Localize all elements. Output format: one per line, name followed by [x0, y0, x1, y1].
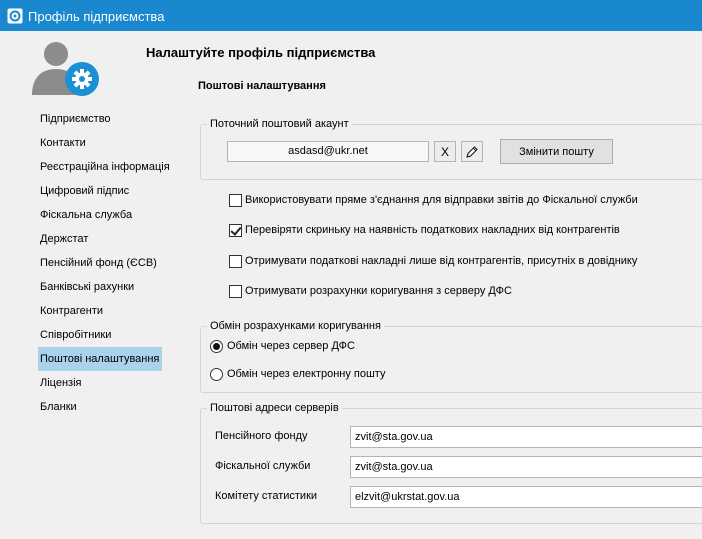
sidebar-item-fiscal-service[interactable]: Фіскальна служба — [38, 203, 162, 227]
sidebar-item-counterparties[interactable]: Контрагенти — [38, 299, 162, 323]
direct-connection-checkbox[interactable] — [229, 193, 242, 207]
sidebar-item-mail-settings[interactable]: Поштові налаштування — [38, 347, 162, 371]
adjustment-exchange-legend: Обмін розрахунками коригування — [210, 320, 381, 332]
statistics-committee-label: Комітету статистики — [215, 490, 318, 502]
option-receive-adjustments[interactable]: Отримувати розрахунки коригування з серв… — [229, 283, 512, 299]
option-label: Отримувати розрахунки коригування з серв… — [245, 285, 512, 297]
sidebar-item-contacts[interactable]: Контакти — [38, 131, 162, 155]
radio-label: Обмін через електронну пошту — [227, 368, 386, 380]
pension-fund-email-field[interactable]: zvit@sta.gov.ua — [350, 426, 702, 448]
sidebar-item-employees[interactable]: Співробітники — [38, 323, 162, 347]
page-title: Налаштуйте профіль підприємства — [146, 45, 376, 60]
fiscal-service-email-field[interactable]: zvit@sta.gov.ua — [350, 456, 702, 478]
change-email-button[interactable]: Змінити пошту — [500, 139, 613, 164]
window-title: Профіль підприємства — [28, 9, 165, 24]
app-logo-icon — [7, 8, 23, 24]
close-icon: X — [440, 144, 449, 159]
sidebar-item-license[interactable]: Ліцензія — [38, 371, 162, 395]
sidebar-item-enterprise[interactable]: Підприємство — [38, 107, 162, 131]
exchange-via-email-option[interactable]: Обмін через електронну пошту — [210, 366, 385, 382]
sidebar-item-forms[interactable]: Бланки — [38, 395, 162, 419]
option-only-known-counterparties[interactable]: Отримувати податкові накладні лише від к… — [229, 253, 637, 269]
section-title: Поштові налаштування — [198, 80, 326, 92]
sidebar-item-registration[interactable]: Реєстраційна інформація — [38, 155, 170, 179]
option-label: Використовувати пряме з'єднання для відп… — [245, 194, 638, 206]
option-check-mailbox[interactable]: Перевіряти скриньку на наявність податко… — [229, 222, 620, 238]
receive-adjustments-checkbox[interactable] — [229, 284, 242, 298]
pension-fund-label: Пенсійного фонду — [215, 430, 308, 442]
adjustment-exchange-group: Обмін розрахунками коригування — [200, 320, 702, 393]
radio-label: Обмін через сервер ДФС — [227, 340, 355, 352]
sidebar-nav: Підприємство Контакти Реєстраційна інфор… — [38, 107, 170, 419]
user-settings-icon — [32, 42, 99, 96]
sidebar-item-digital-signature[interactable]: Цифровий підпис — [38, 179, 162, 203]
exchange-via-email-radio[interactable] — [210, 367, 223, 381]
known-counterparties-checkbox[interactable] — [229, 254, 242, 268]
exchange-via-server-radio[interactable] — [210, 339, 223, 353]
option-label: Перевіряти скриньку на наявність податко… — [245, 224, 620, 236]
title-bar: Профіль підприємства — [0, 0, 702, 31]
sidebar-item-bank-accounts[interactable]: Банківські рахунки — [38, 275, 162, 299]
option-direct-connection[interactable]: Використовувати пряме з'єднання для відп… — [229, 192, 638, 208]
statistics-committee-email-field[interactable]: elzvit@ukrstat.gov.ua — [350, 486, 702, 508]
exchange-via-server-option[interactable]: Обмін через сервер ДФС — [210, 338, 355, 354]
clear-email-button[interactable]: X — [434, 141, 456, 162]
fiscal-service-label: Фіскальної служби — [215, 460, 311, 472]
server-addresses-legend: Поштові адреси серверів — [210, 402, 339, 414]
sidebar-item-pension-fund[interactable]: Пенсійний фонд (ЄСВ) — [38, 251, 162, 275]
email-field[interactable]: asdasd@ukr.net — [227, 141, 429, 162]
sidebar-item-derzhstat[interactable]: Держстат — [38, 227, 162, 251]
edit-email-button[interactable] — [461, 141, 483, 162]
check-mailbox-checkbox[interactable] — [229, 223, 242, 237]
pencil-icon — [466, 145, 478, 158]
mail-account-legend: Поточний поштовий акаунт — [210, 118, 349, 130]
option-label: Отримувати податкові накладні лише від к… — [245, 255, 638, 267]
